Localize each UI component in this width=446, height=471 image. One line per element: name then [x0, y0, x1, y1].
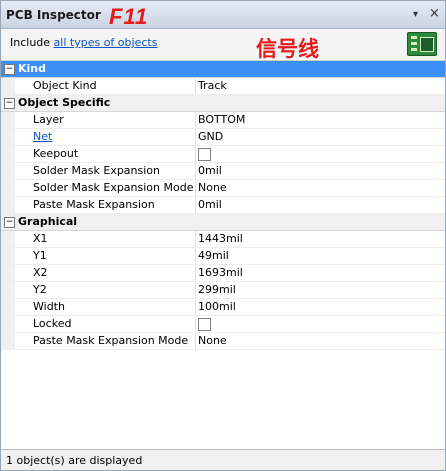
include-text: Include all types of objects: [10, 36, 157, 49]
property-row[interactable]: Object Kind Track: [1, 78, 445, 95]
column-divider[interactable]: [195, 112, 196, 128]
property-row[interactable]: Locked: [1, 316, 445, 333]
property-checkbox[interactable]: [198, 318, 211, 331]
property-name: Solder Mask Expansion Mode: [33, 181, 194, 194]
include-bar: Include all types of objects 信号线: [1, 29, 445, 61]
row-gutter: [1, 333, 15, 349]
row-gutter: [1, 180, 15, 196]
property-value[interactable]: 1693mil: [198, 266, 243, 279]
panel-titlebar[interactable]: PCB Inspector F11 ▾ ×: [1, 1, 445, 29]
category-header[interactable]: − Graphical: [1, 214, 445, 231]
row-gutter: [1, 282, 15, 298]
category-label: Object Specific: [18, 96, 111, 109]
column-divider[interactable]: [195, 129, 196, 145]
property-value[interactable]: 1443mil: [198, 232, 243, 245]
property-row[interactable]: Solder Mask Expansion Mode None: [1, 180, 445, 197]
property-value[interactable]: 299mil: [198, 283, 236, 296]
column-divider[interactable]: [195, 163, 196, 179]
column-divider[interactable]: [195, 282, 196, 298]
column-divider[interactable]: [195, 197, 196, 213]
property-value[interactable]: 100mil: [198, 300, 236, 313]
property-row[interactable]: X1 1443mil: [1, 231, 445, 248]
column-divider[interactable]: [195, 231, 196, 247]
column-divider[interactable]: [195, 180, 196, 196]
property-value[interactable]: 0mil: [198, 198, 222, 211]
column-divider[interactable]: [195, 265, 196, 281]
pcb-board-icon[interactable]: [407, 32, 437, 56]
row-gutter: [1, 265, 15, 281]
category-label: Kind: [18, 62, 46, 75]
row-gutter: [1, 299, 15, 315]
category-label: Graphical: [18, 215, 78, 228]
row-gutter: [1, 163, 15, 179]
property-value[interactable]: 0mil: [198, 164, 222, 177]
collapse-toggle-icon[interactable]: −: [4, 64, 15, 75]
property-name: Solder Mask Expansion: [33, 164, 161, 177]
column-divider[interactable]: [195, 333, 196, 349]
property-row[interactable]: Width 100mil: [1, 299, 445, 316]
row-gutter: [1, 146, 15, 162]
collapse-toggle-icon[interactable]: −: [4, 217, 15, 228]
property-name: Paste Mask Expansion Mode: [33, 334, 189, 347]
include-label: Include: [10, 36, 51, 49]
row-gutter: [1, 112, 15, 128]
property-row[interactable]: Solder Mask Expansion 0mil: [1, 163, 445, 180]
column-divider[interactable]: [195, 299, 196, 315]
include-filter-link[interactable]: all types of objects: [54, 36, 158, 49]
property-name: X1: [33, 232, 48, 245]
column-divider[interactable]: [195, 78, 196, 94]
chinese-annotation: 信号线: [256, 37, 319, 61]
property-row[interactable]: Net GND: [1, 129, 445, 146]
row-gutter: [1, 231, 15, 247]
property-name: Locked: [33, 317, 72, 330]
row-gutter: [1, 316, 15, 332]
property-value[interactable]: None: [198, 334, 227, 347]
property-row[interactable]: Paste Mask Expansion Mode None: [1, 333, 445, 350]
close-icon[interactable]: ×: [429, 6, 440, 21]
row-gutter: [1, 78, 15, 94]
property-name: Y2: [33, 283, 47, 296]
property-value[interactable]: BOTTOM: [198, 113, 245, 126]
property-name: Width: [33, 300, 65, 313]
property-value[interactable]: 49mil: [198, 249, 229, 262]
property-name: Paste Mask Expansion: [33, 198, 155, 211]
panel-title: PCB Inspector: [6, 8, 101, 22]
property-row[interactable]: Layer BOTTOM: [1, 112, 445, 129]
status-bar: 1 object(s) are displayed: [1, 449, 445, 470]
category-header[interactable]: − Kind: [1, 61, 445, 78]
chevron-down-icon[interactable]: ▾: [413, 9, 418, 20]
row-gutter: [1, 248, 15, 264]
property-name: Layer: [33, 113, 64, 126]
status-text: 1 object(s) are displayed: [6, 454, 143, 467]
property-name: Y1: [33, 249, 47, 262]
property-name: X2: [33, 266, 48, 279]
category-header[interactable]: − Object Specific: [1, 95, 445, 112]
pcb-inspector-panel: PCB Inspector F11 ▾ × Include all types …: [0, 0, 446, 471]
column-divider[interactable]: [195, 316, 196, 332]
property-name: Keepout: [33, 147, 79, 160]
f11-annotation: F11: [109, 4, 149, 29]
column-divider[interactable]: [195, 146, 196, 162]
column-divider[interactable]: [195, 248, 196, 264]
property-value[interactable]: GND: [198, 130, 223, 143]
property-value[interactable]: Track: [198, 79, 227, 92]
property-name: Object Kind: [33, 79, 97, 92]
row-gutter: [1, 197, 15, 213]
property-value[interactable]: None: [198, 181, 227, 194]
row-gutter: [1, 129, 15, 145]
property-grid: − Kind Object Kind Track − Object Specific Lay…: [1, 60, 445, 350]
property-row[interactable]: Keepout: [1, 146, 445, 163]
property-row[interactable]: Y2 299mil: [1, 282, 445, 299]
collapse-toggle-icon[interactable]: −: [4, 98, 15, 109]
property-row[interactable]: Y1 49mil: [1, 248, 445, 265]
property-checkbox[interactable]: [198, 148, 211, 161]
property-row[interactable]: X2 1693mil: [1, 265, 445, 282]
property-row[interactable]: Paste Mask Expansion 0mil: [1, 197, 445, 214]
property-name[interactable]: Net: [33, 130, 52, 143]
